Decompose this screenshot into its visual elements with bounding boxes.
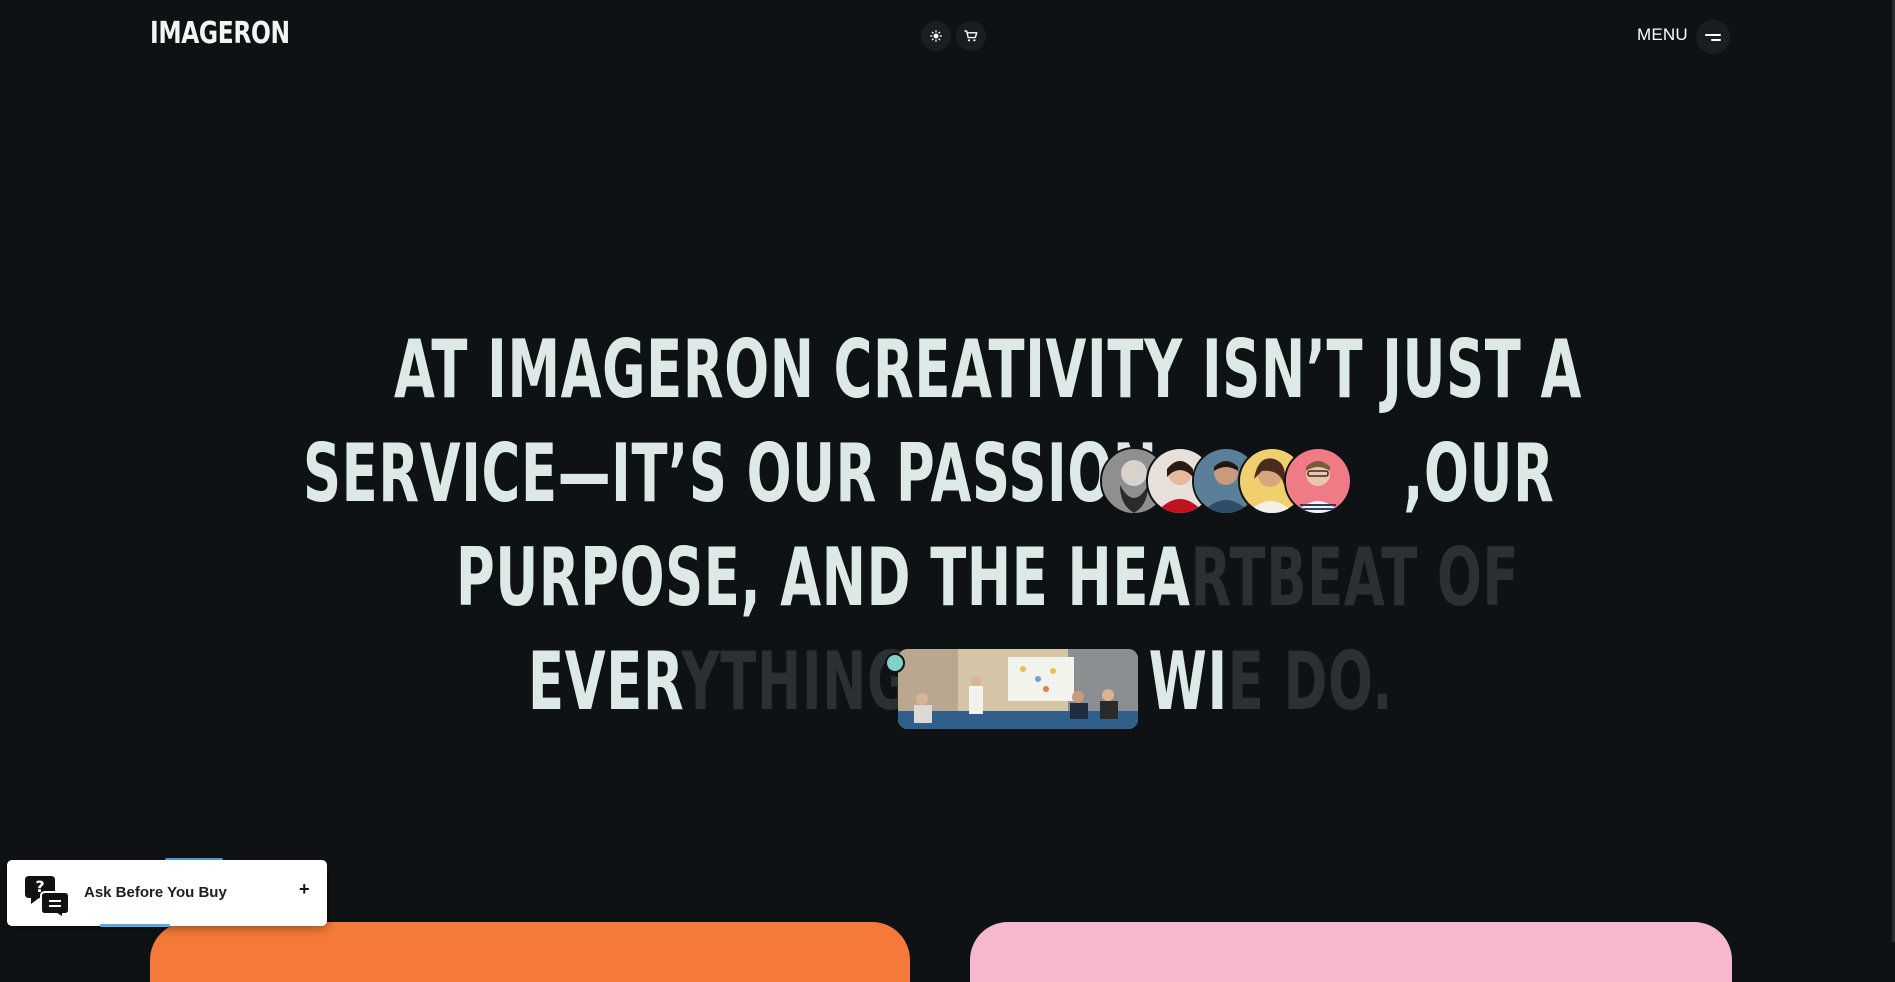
- expand-icon[interactable]: +: [299, 879, 310, 900]
- hero-line-4-bright-a: EVER: [528, 635, 682, 728]
- site-header: IMAGERON MENU: [0, 0, 1895, 72]
- hero-line-3-bright: PURPOSE, AND THE HEA: [456, 531, 1191, 624]
- hero-line-2-text: SERVICE—IT’S OUR PASSION: [303, 427, 1158, 520]
- avatar: [1284, 447, 1352, 515]
- service-card-pink[interactable]: [970, 922, 1732, 982]
- hero-line-3: PURPOSE, AND THE HEARTBEAT OF: [456, 526, 1519, 630]
- chat-question-icon: ?: [25, 876, 70, 918]
- chat-widget-label: Ask Before You Buy: [84, 884, 227, 901]
- hero-line-3-dim: RTBEAT OF: [1190, 531, 1520, 624]
- hero-line-2: SERVICE—IT’S OUR PASSION ,OUR: [303, 422, 1554, 526]
- team-meeting-photo: [898, 649, 1138, 729]
- widget-accent-bottom: [100, 924, 170, 927]
- theme-toggle-button[interactable]: [921, 21, 951, 51]
- service-card-orange[interactable]: [150, 922, 910, 982]
- cursor-dot: [885, 653, 905, 673]
- hamburger-icon: [1705, 31, 1721, 44]
- hero-line-2-tail: ,OUR: [1403, 427, 1555, 520]
- cart-icon: [964, 30, 978, 42]
- logo[interactable]: IMAGERON: [150, 16, 290, 51]
- sun-icon: [930, 30, 942, 42]
- cart-button[interactable]: [956, 21, 986, 51]
- hero-line-4-dim-a: YTHING: [681, 635, 911, 728]
- menu-label[interactable]: MENU: [1637, 25, 1688, 45]
- hero-line-4-dim-b: E DO.: [1227, 635, 1394, 728]
- hero-line-4-bright-b: WI: [1148, 635, 1228, 728]
- menu-button[interactable]: [1696, 20, 1730, 54]
- hero-line-1: AT IMAGERON CREATIVITY ISN’T JUST A: [394, 323, 1582, 416]
- ask-before-you-buy-widget[interactable]: ? Ask Before You Buy +: [7, 860, 327, 926]
